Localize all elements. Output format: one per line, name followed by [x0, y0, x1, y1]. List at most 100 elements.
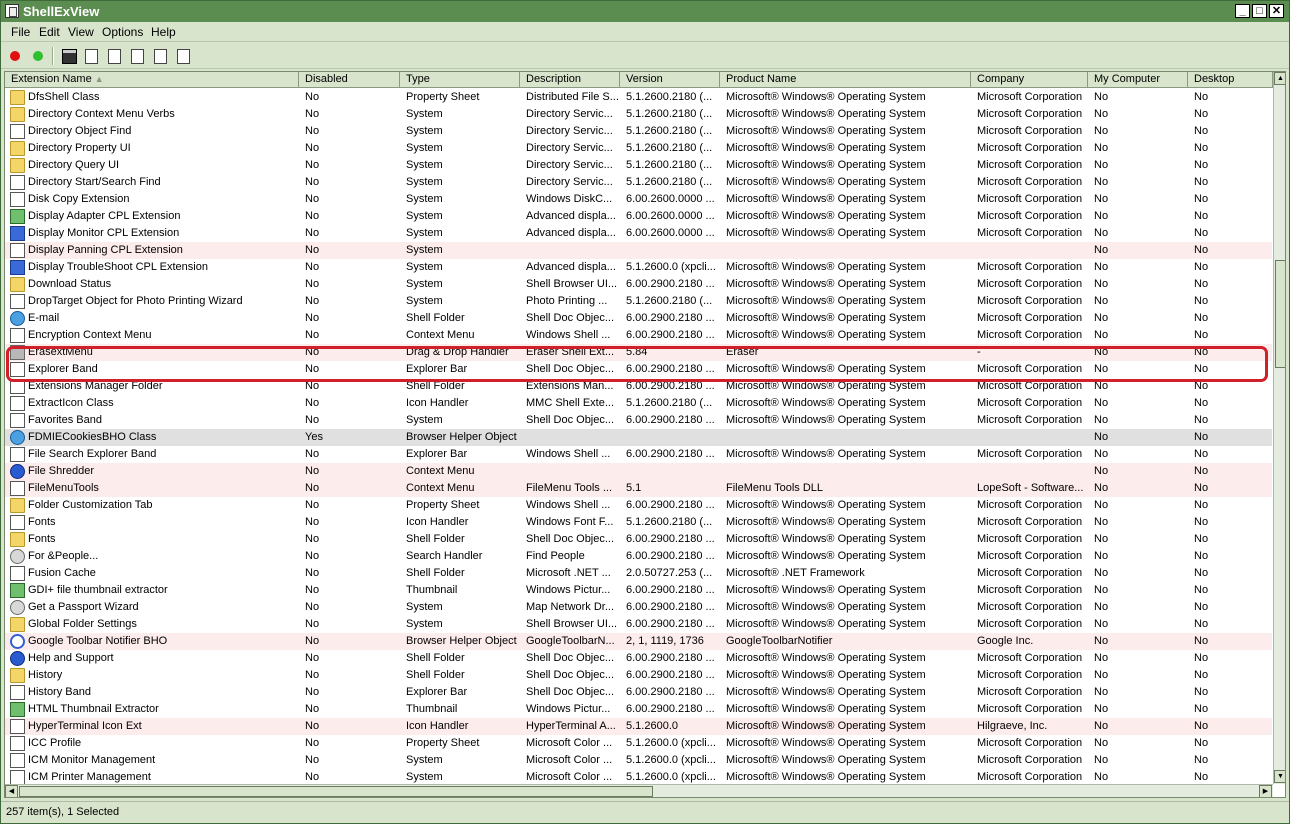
- cell-version: 5.1.2600.2180 (...: [626, 108, 713, 120]
- table-row[interactable]: Encryption Context Menu No Context Menu Win…: [5, 327, 1272, 344]
- properties-icon[interactable]: [127, 46, 147, 66]
- document-icon: [10, 566, 25, 581]
- list-header: Extension Name ▲ Disabled Type Descripti…: [5, 72, 1273, 88]
- document-icon: [10, 124, 25, 139]
- column-header-product-name[interactable]: Product Name: [720, 72, 971, 88]
- table-row[interactable]: Fonts No Icon Handler Windows Font F... 5.1.…: [5, 514, 1272, 531]
- cell-my-computer: No: [1094, 210, 1109, 222]
- horizontal-scrollbar[interactable]: ◀ ▶: [5, 784, 1273, 797]
- menu-options[interactable]: Options: [102, 25, 143, 39]
- vertical-scroll-thumb[interactable]: [1275, 260, 1285, 368]
- cell-product-name: Microsoft® Windows® Operating System: [726, 686, 926, 698]
- table-row[interactable]: File Search Explorer Band No Explorer Bar W…: [5, 446, 1272, 463]
- column-header-desktop[interactable]: Desktop: [1188, 72, 1273, 88]
- save-icon[interactable]: [58, 46, 78, 66]
- table-row[interactable]: ErasextMenu No Drag & Drop Handler Eraser S…: [5, 344, 1272, 361]
- close-button[interactable]: ✕: [1269, 4, 1284, 18]
- column-header-description[interactable]: Description: [520, 72, 620, 88]
- table-row[interactable]: History No Shell Folder Shell Doc Objec... 6…: [5, 667, 1272, 684]
- cell-desktop: No: [1194, 618, 1209, 630]
- extensions-list[interactable]: Extension Name ▲ Disabled Type Descripti…: [4, 71, 1286, 798]
- cell-product-name: Microsoft® Windows® Operating System: [726, 91, 926, 103]
- menu-help[interactable]: Help: [151, 25, 176, 39]
- cell-disabled: No: [305, 584, 320, 596]
- table-row[interactable]: Favorites Band No System Shell Doc Objec...…: [5, 412, 1272, 429]
- vertical-scrollbar[interactable]: ▲ ▼: [1273, 72, 1285, 784]
- cell-version: 5.1.2600.2180 (...: [626, 91, 713, 103]
- table-row[interactable]: Disk Copy Extension No System Windows DiskC…: [5, 191, 1272, 208]
- column-header-my-computer[interactable]: My Computer: [1088, 72, 1188, 88]
- image-icon: [10, 702, 25, 717]
- column-header-extension-name[interactable]: Extension Name ▲: [5, 72, 299, 88]
- maximize-button[interactable]: □: [1252, 4, 1267, 18]
- cell-description: Directory Servic...: [526, 176, 613, 188]
- table-row[interactable]: Directory Property UI No System Directory S…: [5, 140, 1272, 157]
- scroll-down-arrow[interactable]: ▼: [1274, 770, 1285, 783]
- table-row[interactable]: DropTarget Object for Photo Printing Wiz…: [5, 293, 1272, 310]
- table-row[interactable]: GDI+ file thumbnail extractor No Thumbnail…: [5, 582, 1272, 599]
- document-icon: [10, 447, 25, 462]
- table-row[interactable]: Get a Passport Wizard No System Map Network…: [5, 599, 1272, 616]
- table-row[interactable]: Help and Support No Shell Folder Shell Doc …: [5, 650, 1272, 667]
- table-row[interactable]: HTML Thumbnail Extractor No Thumbnail Windo…: [5, 701, 1272, 718]
- enable-icon[interactable]: [28, 46, 48, 66]
- exit-icon[interactable]: [173, 46, 193, 66]
- column-header-type[interactable]: Type: [400, 72, 520, 88]
- copy-icon[interactable]: [104, 46, 124, 66]
- column-header-disabled[interactable]: Disabled: [299, 72, 400, 88]
- menu-edit[interactable]: Edit: [39, 25, 60, 39]
- menu-view[interactable]: View: [68, 25, 94, 39]
- menu-file[interactable]: File: [11, 25, 30, 39]
- table-row[interactable]: Global Folder Settings No System Shell Brow…: [5, 616, 1272, 633]
- table-row[interactable]: Display TroubleShoot CPL Extension No Syst…: [5, 259, 1272, 276]
- table-row[interactable]: Google Toolbar Notifier BHO No Browser Hel…: [5, 633, 1272, 650]
- table-row[interactable]: Fonts No Shell Folder Shell Doc Objec... 6.0…: [5, 531, 1272, 548]
- disable-icon[interactable]: [5, 46, 25, 66]
- table-row[interactable]: Directory Start/Search Find No System Direc…: [5, 174, 1272, 191]
- table-row-selected[interactable]: FDMIECookiesBHO Class Yes Browser Helper O…: [5, 429, 1272, 446]
- table-row[interactable]: ICM Monitor Management No System Microsoft …: [5, 752, 1272, 769]
- table-row[interactable]: Download Status No System Shell Browser UI.…: [5, 276, 1272, 293]
- cell-disabled: No: [305, 363, 320, 375]
- find-icon[interactable]: [150, 46, 170, 66]
- cell-desktop: No: [1194, 295, 1209, 307]
- scroll-up-arrow[interactable]: ▲: [1274, 72, 1285, 85]
- column-header-company[interactable]: Company: [971, 72, 1088, 88]
- scroll-right-arrow[interactable]: ▶: [1259, 785, 1272, 797]
- cell-my-computer: No: [1094, 414, 1109, 426]
- table-row[interactable]: History Band No Explorer Bar Shell Doc Obje…: [5, 684, 1272, 701]
- table-row[interactable]: Directory Object Find No System Directory S…: [5, 123, 1272, 140]
- table-row[interactable]: Folder Customization Tab No Property Sheet…: [5, 497, 1272, 514]
- document-icon: [10, 396, 25, 411]
- column-header-version[interactable]: Version: [620, 72, 720, 88]
- table-row[interactable]: ICC Profile No Property Sheet Microsoft Col…: [5, 735, 1272, 752]
- table-row[interactable]: Display Monitor CPL Extension No System Adv…: [5, 225, 1272, 242]
- cell-description: [523, 429, 621, 446]
- table-row[interactable]: HyperTerminal Icon Ext No Icon Handler Hype…: [5, 718, 1272, 735]
- cell-my-computer: No: [1094, 567, 1109, 579]
- table-row[interactable]: Fusion Cache No Shell Folder Microsoft .NET…: [5, 565, 1272, 582]
- table-row[interactable]: FileMenuTools No Context Menu FileMenu Tool…: [5, 480, 1272, 497]
- table-row[interactable]: Display Adapter CPL Extension No System Adv…: [5, 208, 1272, 225]
- table-row[interactable]: Explorer Band No Explorer Bar Shell Doc Obj…: [5, 361, 1272, 378]
- table-row[interactable]: Extensions Manager Folder No Shell Folder E…: [5, 378, 1272, 395]
- cell-disabled: No: [305, 125, 320, 137]
- scroll-left-arrow[interactable]: ◀: [5, 785, 18, 797]
- cell-description: Advanced displa...: [526, 261, 616, 273]
- cell-product-name: Microsoft® Windows® Operating System: [726, 720, 926, 732]
- table-row[interactable]: ExtractIcon Class No Icon Handler MMC Shell…: [5, 395, 1272, 412]
- cell-disabled: No: [305, 329, 320, 341]
- table-row[interactable]: Display Panning CPL Extension No System No N…: [5, 242, 1272, 259]
- table-row[interactable]: File Shredder No Context Menu No No: [5, 463, 1272, 480]
- cell-disabled: No: [305, 533, 320, 545]
- cell-company: Microsoft Corporation: [977, 125, 1083, 137]
- refresh-icon[interactable]: [81, 46, 101, 66]
- table-row[interactable]: DfsShell Class No Property Sheet Distribute…: [5, 89, 1272, 106]
- globe-icon: [10, 311, 25, 326]
- horizontal-scroll-thumb[interactable]: [19, 786, 653, 797]
- minimize-button[interactable]: _: [1235, 4, 1250, 18]
- table-row[interactable]: Directory Query UI No System Directory Serv…: [5, 157, 1272, 174]
- table-row[interactable]: Directory Context Menu Verbs No System Dire…: [5, 106, 1272, 123]
- table-row[interactable]: For &People... No Search Handler Find Peopl…: [5, 548, 1272, 565]
- table-row[interactable]: E-mail No Shell Folder Shell Doc Objec... 6.…: [5, 310, 1272, 327]
